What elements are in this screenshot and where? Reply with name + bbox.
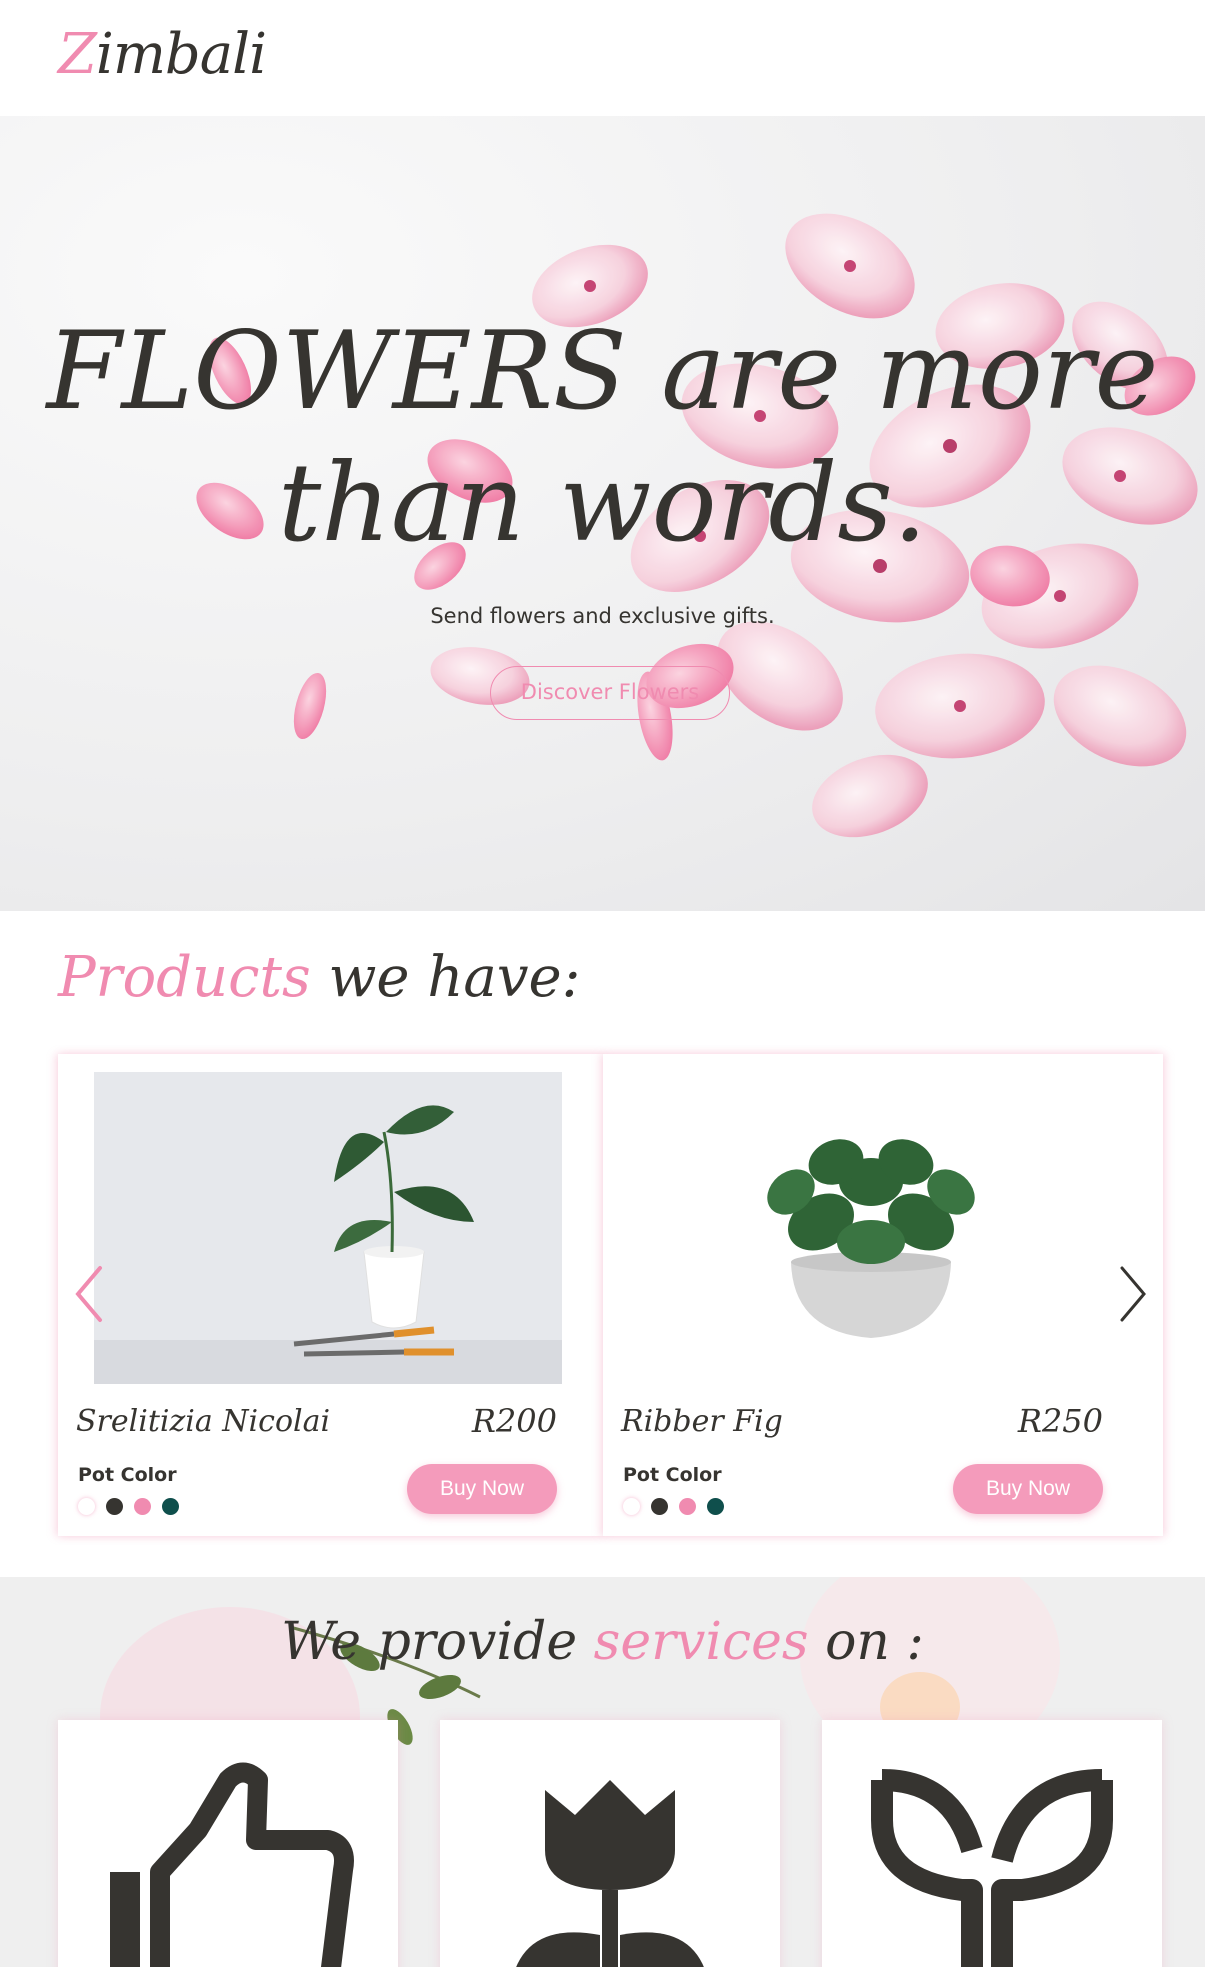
thumbs-up-icon [110,1762,354,1967]
chevron-left-icon [75,1266,102,1322]
swatch-white[interactable] [623,1498,640,1515]
hero-section: FLOWERS are more than words. Send flower… [0,116,1205,911]
tulip-icon [516,1780,704,1967]
buy-now-button[interactable]: Buy Now [407,1464,557,1514]
product-image [94,1072,562,1384]
products-section-title: Products we have: [58,945,580,1010]
hero-title-line-2: than words. [277,441,928,566]
services-section-title: We provide services on : [0,1612,1205,1672]
product-card: Srelitizia Nicolai R200 Pot Color Buy No… [58,1054,603,1536]
carousel-prev-arrow[interactable] [68,1262,108,1326]
logo[interactable]: Zimbali [58,22,267,87]
product-name: Srelitizia Nicolai [76,1404,331,1439]
swatch-pink[interactable] [134,1498,151,1515]
services-title-before: We provide [281,1612,594,1672]
swatch-dark[interactable] [106,1498,123,1515]
product-price: R250 [1017,1402,1103,1440]
service-card[interactable] [822,1720,1162,1967]
discover-flowers-button[interactable]: Discover Flowers [490,666,730,720]
pot-color-swatches [78,1498,179,1515]
sprout-icon [871,1769,1113,1967]
hero-subtitle: Send flowers and exclusive gifts. [430,604,775,628]
swatch-pink[interactable] [679,1498,696,1515]
service-card[interactable] [58,1720,398,1967]
product-card: Ribber Fig R250 Pot Color Buy Now [603,1054,1163,1536]
site-header: Zimbali [0,0,1205,116]
services-title-highlight: services [593,1612,809,1672]
swatch-teal[interactable] [707,1498,724,1515]
chevron-right-icon [1120,1266,1146,1322]
pot-color-label: Pot Color [78,1464,177,1486]
products-title-rest: we have: [310,945,581,1010]
hero-title-line-1: FLOWERS are more [46,309,1159,434]
pot-color-swatches [623,1498,724,1515]
pot-color-label: Pot Color [623,1464,722,1486]
hero-title: FLOWERS are more than words. [0,306,1205,570]
carousel-next-arrow[interactable] [1114,1262,1154,1326]
products-title-highlight: Products [58,945,311,1010]
service-card[interactable] [440,1720,780,1967]
product-price: R200 [471,1402,557,1440]
product-image [621,1072,1125,1384]
logo-text: imbali [95,22,267,87]
swatch-white[interactable] [78,1498,95,1515]
buy-now-button[interactable]: Buy Now [953,1464,1103,1514]
swatch-dark[interactable] [651,1498,668,1515]
services-title-after: on : [808,1612,924,1672]
product-name: Ribber Fig [621,1404,783,1439]
logo-initial: Z [58,22,97,87]
swatch-teal[interactable] [162,1498,179,1515]
